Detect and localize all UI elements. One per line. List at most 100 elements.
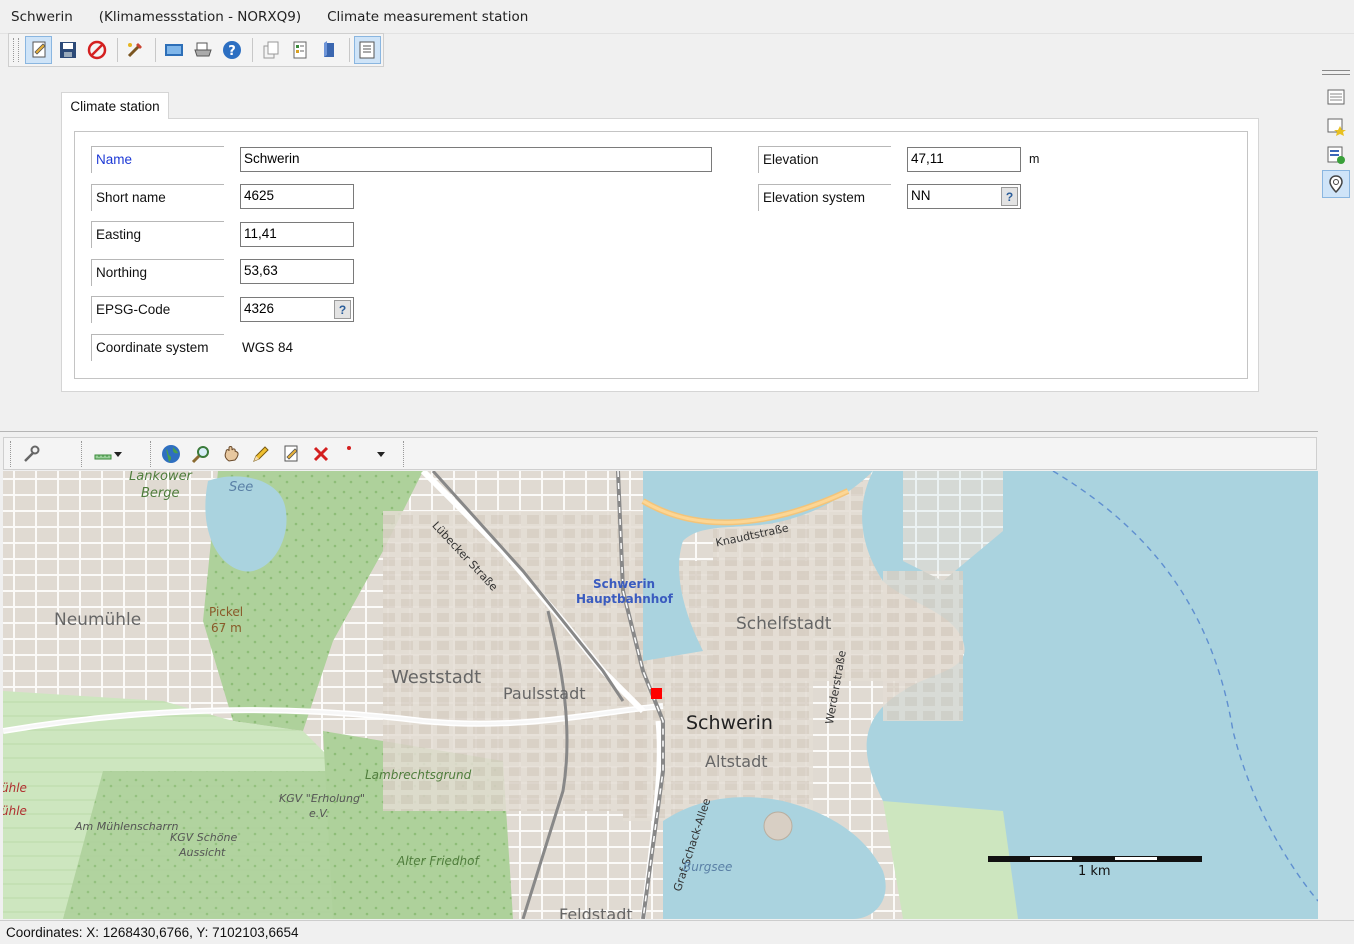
help-button[interactable]: ? <box>219 36 246 64</box>
map-label: Schwerin <box>593 577 656 591</box>
northing-label: Northing <box>91 259 224 286</box>
map-label: Feldstadt <box>559 905 633 919</box>
cancel-button[interactable] <box>83 36 110 64</box>
save-button[interactable] <box>54 36 81 64</box>
wrench-icon <box>24 445 40 462</box>
toolbar-separator <box>116 38 118 62</box>
map-settings-button[interactable] <box>17 440 45 468</box>
help-icon: ? <box>223 41 242 59</box>
map-label: Schelfstadt <box>736 614 832 634</box>
northing-field[interactable]: 53,63 <box>240 259 354 284</box>
tab-climate-station-label: Climate station <box>70 98 160 114</box>
elevation-unit: m <box>1029 152 1040 166</box>
map-label: Pickel <box>209 605 244 619</box>
map-label: Am Mühlenscharrn <box>75 820 179 833</box>
map-label: Burgsee <box>683 860 733 874</box>
main-toolbar: ? <box>8 33 384 67</box>
form-view-button[interactable] <box>353 36 382 64</box>
status-bar: Coordinates: X: 1268430,6766, Y: 7102103… <box>0 920 1354 944</box>
toolbar-separator <box>403 440 404 467</box>
location-pin-icon <box>1329 175 1343 194</box>
easting-label: Easting <box>91 221 224 248</box>
tools-button[interactable] <box>122 36 149 64</box>
name-field[interactable]: Schwerin <box>240 147 712 172</box>
coordinates-readout: Coordinates: X: 1268430,6766, Y: 7102103… <box>6 925 299 940</box>
map-label: ühle <box>3 804 27 818</box>
zoom-button[interactable] <box>187 440 215 468</box>
chevron-down-icon <box>377 451 385 457</box>
form-group-box: Name Schwerin Short name 4625 Easting 11… <box>74 131 1248 379</box>
measure-dropdown-button[interactable] <box>88 440 128 468</box>
map-view[interactable]: Lankower Berge See Lübecker Straße Knaud… <box>3 471 1318 919</box>
map-label: ühle <box>3 781 27 795</box>
window-title-bar: Schwerin (Klimamessstation - NORXQ9) Cli… <box>0 0 1354 34</box>
globe-button[interactable] <box>157 440 185 468</box>
map-label: KGV Schöne <box>170 831 238 844</box>
edit-feature-button[interactable] <box>277 440 305 468</box>
book-icon <box>324 41 335 57</box>
save-icon <box>59 42 76 58</box>
map-label: Schwerin <box>686 712 773 734</box>
more-tools-dropdown[interactable] <box>367 440 395 468</box>
edit-icon <box>32 41 46 58</box>
map-label: Hauptbahnhof <box>576 592 673 606</box>
climate-station-form: Name Schwerin Short name 4625 Easting 11… <box>61 118 1259 392</box>
splitter[interactable] <box>0 431 1318 432</box>
epsg-lookup-button[interactable]: ? <box>334 300 351 319</box>
short-name-label: Short name <box>91 184 224 211</box>
report-button[interactable] <box>286 36 313 64</box>
station-type-title: Climate measurement station <box>327 8 529 25</box>
delete-button[interactable] <box>307 440 335 468</box>
checked-doc-button[interactable] <box>1322 141 1350 169</box>
map-label: e.V. <box>309 807 330 820</box>
elevation-label: Elevation <box>758 146 891 173</box>
book-button[interactable] <box>315 36 342 64</box>
toolbar-separator <box>348 38 350 62</box>
coordinate-system-label: Coordinate system <box>91 334 224 361</box>
point-button[interactable] <box>337 440 365 468</box>
map-label: Berge <box>141 486 180 501</box>
epsg-code-label: EPSG-Code <box>91 296 224 323</box>
elevation-field[interactable]: 47,11 <box>907 147 1021 172</box>
short-name-field[interactable]: 4625 <box>240 184 354 209</box>
copy-icon <box>263 41 279 59</box>
toolbar-grip[interactable] <box>13 38 19 62</box>
map-label: Weststadt <box>391 667 482 688</box>
print-button[interactable] <box>189 36 216 64</box>
tab-climate-station[interactable]: Climate station <box>61 92 169 119</box>
map-label: Altstadt <box>705 752 768 771</box>
map-label: Alter Friedhof <box>397 854 479 868</box>
map-label: KGV "Erholung" <box>279 792 366 805</box>
favorite-doc-button[interactable] <box>1322 112 1350 140</box>
checked-doc-icon <box>1327 146 1345 164</box>
map-label: Lankower <box>129 471 192 484</box>
form-view-icon <box>359 41 375 59</box>
pan-button[interactable] <box>217 440 245 468</box>
chevron-down-icon <box>114 451 122 457</box>
elevation-system-label: Elevation system <box>758 184 891 211</box>
station-id-title: (Klimamessstation - NORXQ9) <box>98 8 302 25</box>
map-label: Neumühle <box>54 610 142 630</box>
edit-button[interactable] <box>24 36 53 64</box>
report-icon <box>293 41 307 59</box>
panel-grip[interactable] <box>1322 70 1350 75</box>
toolbar-separator <box>150 440 151 467</box>
point-icon <box>347 445 351 450</box>
station-name-title: Schwerin <box>11 8 73 25</box>
copy-button[interactable] <box>257 36 284 64</box>
globe-icon <box>162 444 180 463</box>
location-pin-button[interactable] <box>1322 170 1350 198</box>
toolbar-grip[interactable] <box>10 440 11 467</box>
toolbar-separator <box>251 38 253 62</box>
screen-button[interactable] <box>160 36 187 64</box>
map-label: Aussicht <box>179 846 226 859</box>
screen-icon <box>164 44 183 56</box>
easting-field[interactable]: 11,41 <box>240 222 354 247</box>
ruler-icon <box>94 454 112 459</box>
list-view-button[interactable] <box>1322 83 1350 111</box>
elevation-system-lookup-button[interactable]: ? <box>1001 187 1018 206</box>
draw-button[interactable] <box>247 440 275 468</box>
coordinate-system-value: WGS 84 <box>242 340 294 355</box>
station-marker[interactable] <box>651 688 662 699</box>
list-view-icon <box>1327 89 1345 105</box>
